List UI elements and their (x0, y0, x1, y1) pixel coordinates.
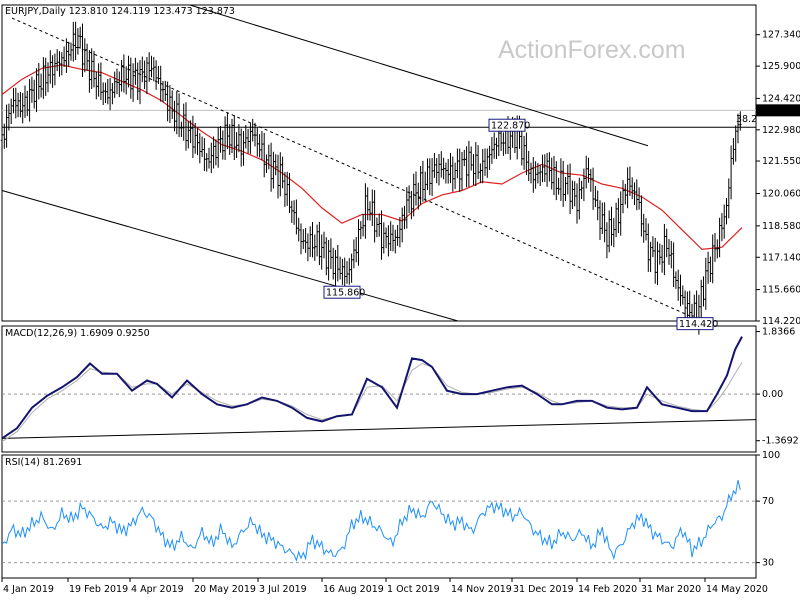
x-axis-label: 31 Mar 2020 (641, 584, 701, 595)
price-axis-label: 124.420 (762, 93, 800, 104)
x-axis-label: 1 Oct 2019 (387, 584, 440, 595)
chart-canvas: ActionForex.com EURJPY,Daily 123.810 124.… (0, 4, 800, 595)
fib-label: 38.2 (736, 114, 757, 125)
price-axis-label: 127.340 (762, 30, 800, 41)
x-axis-label: 14 May 2020 (706, 584, 768, 595)
rsi-label: RSI(14) 81.2691 (5, 457, 82, 468)
price-axis-label: 118.580 (762, 221, 800, 232)
annotation-label: 114.420 (679, 319, 718, 330)
x-axis-label: 20 May 2019 (194, 584, 256, 595)
rsi-pane (1, 454, 757, 579)
annotation-label: 115.860 (326, 288, 365, 299)
macd-axis-label: 1.8366 (762, 327, 795, 338)
x-axis-label: 4 Jan 2019 (3, 584, 54, 595)
x-axis-label: 4 Apr 2019 (131, 584, 184, 595)
x-axis-label: 14 Nov 2019 (451, 584, 512, 595)
rsi-axis-label: 70 (762, 496, 774, 507)
macd-axis-label: 0.00 (762, 389, 783, 400)
rsi-axis-label: 30 (762, 558, 774, 569)
x-axis-label: 19 Feb 2019 (69, 584, 128, 595)
x-axis-label: 3 Jul 2019 (259, 584, 307, 595)
x-axis-label: 16 Aug 2019 (323, 584, 384, 595)
macd-label: MACD(12,26,9) 1.6909 0.9250 (5, 328, 150, 339)
price-title: EURJPY,Daily 123.810 124.119 123.473 123… (5, 6, 235, 17)
price-axis-label: 122.980 (762, 125, 800, 136)
price-axis-label: 121.550 (762, 156, 800, 167)
annotation-label: 122.870 (491, 121, 530, 132)
price-axis-label: 114.220 (762, 316, 800, 327)
eurjpy-daily-chart: ActionForex.com EURJPY,Daily 123.810 124.… (0, 0, 800, 600)
x-axis-label: 14 Feb 2020 (578, 584, 637, 595)
price-axis-label: 115.660 (762, 285, 800, 296)
macd-axis-label: -1.3692 (762, 436, 799, 447)
price-axis-label: 120.060 (762, 189, 800, 200)
last-price-label: 123.873 (758, 106, 797, 117)
price-axis-label: 117.140 (762, 252, 800, 263)
watermark-text: ActionForex.com (498, 36, 686, 64)
price-axis-label: 125.900 (762, 61, 800, 72)
macd-pane (1, 325, 757, 453)
rsi-axis-label: 100 (762, 450, 780, 461)
x-axis-label: 31 Dec 2019 (513, 584, 574, 595)
